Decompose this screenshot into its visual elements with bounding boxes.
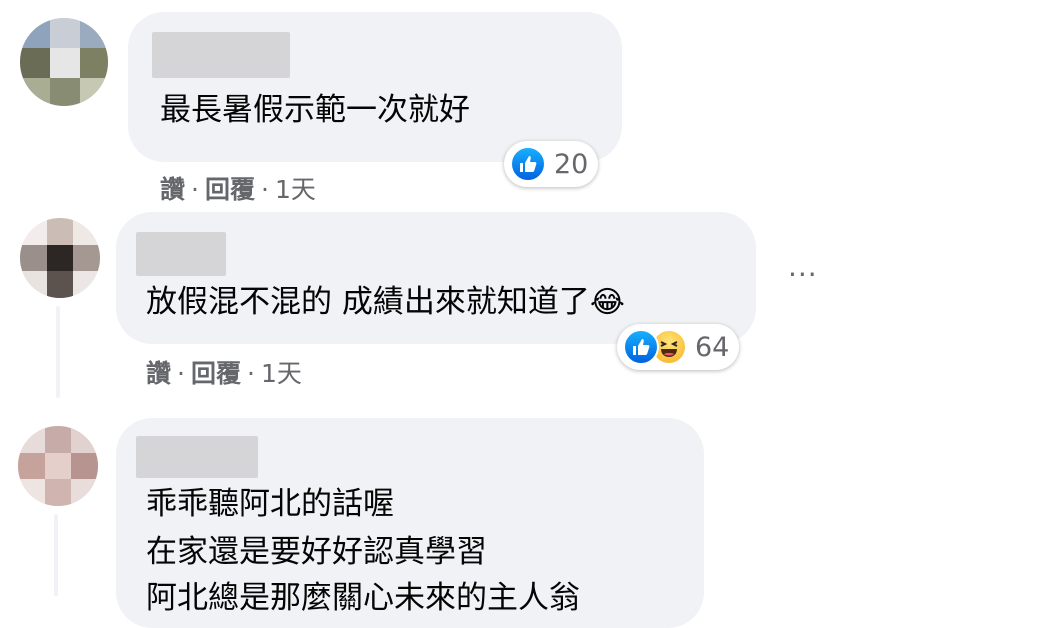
separator: · <box>246 359 255 388</box>
like-link[interactable]: 讚 <box>160 175 185 204</box>
reaction-summary[interactable]: 20 <box>504 141 599 187</box>
comment-text: 放假混不混的 成績出來就知道了😂 <box>146 280 625 325</box>
timestamp[interactable]: 1天 <box>275 175 316 204</box>
avatar[interactable] <box>20 218 100 298</box>
comment-text-line: 阿北總是那麼關心未來的主人翁 <box>146 580 580 616</box>
laughing-emoji: 😂 <box>589 285 625 320</box>
more-options-icon[interactable]: ··· <box>788 258 818 291</box>
avatar[interactable] <box>20 18 108 106</box>
thread-line <box>56 306 60 398</box>
separator: · <box>260 175 269 204</box>
reaction-count: 20 <box>554 148 589 180</box>
timestamp[interactable]: 1天 <box>261 359 302 388</box>
comment-actions: 讚 · 回覆 · 1天 <box>160 170 316 206</box>
reaction-count: 64 <box>695 331 730 363</box>
reply-link[interactable]: 回覆 <box>191 359 241 388</box>
commenter-name[interactable] <box>136 436 258 478</box>
comment-text-content: 放假混不混的 成績出來就知道了 <box>146 284 590 320</box>
comment-actions: 讚 · 回覆 · 1天 <box>146 354 302 390</box>
thread-line <box>54 514 58 596</box>
separator: · <box>177 359 185 388</box>
commenter-name[interactable] <box>136 232 226 276</box>
comment-text: 最長暑假示範一次就好 <box>160 92 470 128</box>
like-reaction-icon <box>623 329 659 365</box>
like-reaction-icon <box>510 146 546 182</box>
commenter-name[interactable] <box>152 32 290 78</box>
reply-link[interactable]: 回覆 <box>205 175 255 204</box>
like-link[interactable]: 讚 <box>146 359 171 388</box>
comment-text-line: 乖乖聽阿北的話喔 <box>146 486 394 522</box>
separator: · <box>191 175 199 204</box>
avatar[interactable] <box>18 426 98 506</box>
reaction-summary[interactable]: 64 <box>617 324 740 370</box>
comment-text-line: 在家還是要好好認真學習 <box>146 534 487 570</box>
